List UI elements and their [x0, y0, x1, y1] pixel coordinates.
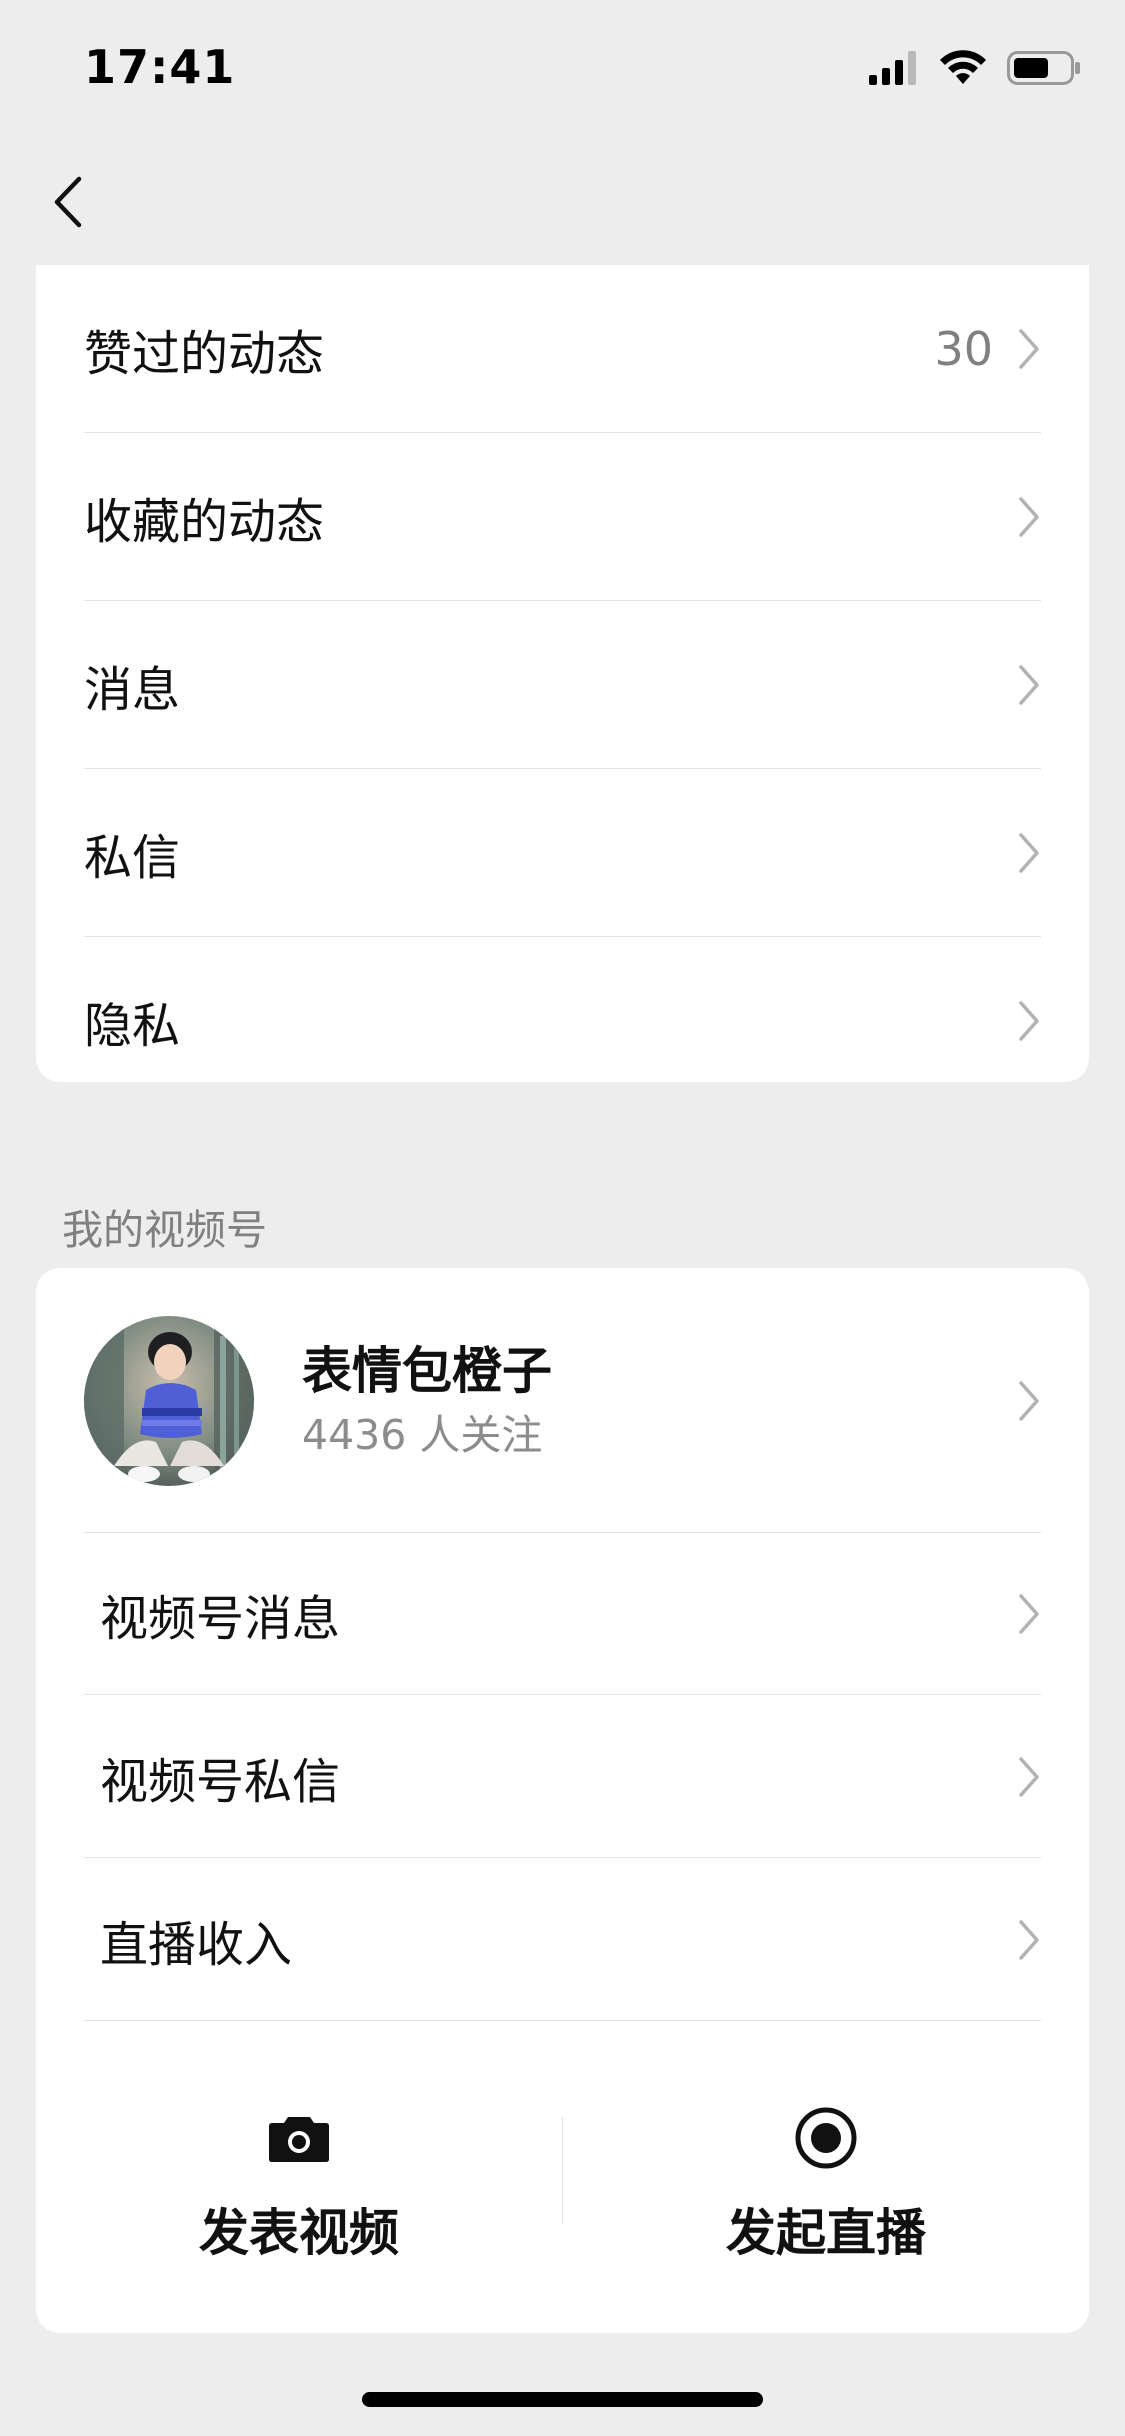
chevron-right-icon [1019, 1001, 1039, 1041]
menu-item-messages[interactable]: 消息 [84, 601, 1041, 769]
post-video-button[interactable]: 发表视频 [36, 2021, 562, 2333]
section-title-my-channels: 我的视频号 [62, 1206, 267, 1254]
channels-card: 表情包橙子 4436 人关注 视频号消息 视频号私信 直播收入 发表视频 发起直… [36, 1268, 1089, 2333]
menu-item-label: 直播收入 [100, 1916, 293, 1973]
chevron-right-icon [1019, 665, 1039, 705]
menu-item-label: 私信 [84, 830, 181, 886]
status-time: 17:41 [84, 40, 236, 94]
chevron-right-icon [1019, 1380, 1039, 1421]
chevron-right-icon [1019, 1919, 1039, 1960]
menu-item-label: 隐私 [84, 998, 181, 1054]
menu-item-label: 收藏的动态 [84, 494, 325, 550]
channel-name: 表情包橙子 [302, 1341, 552, 1400]
channel-actions: 发表视频 发起直播 [36, 2021, 1089, 2333]
chevron-right-icon [1019, 497, 1039, 537]
battery-icon [1007, 51, 1080, 85]
menu-item-label: 赞过的动态 [84, 326, 325, 382]
menu-item-privacy[interactable]: 隐私 [84, 937, 1041, 1105]
chevron-right-icon [1019, 329, 1039, 369]
status-icons [869, 48, 1081, 88]
menu-item-label: 视频号消息 [100, 1591, 341, 1647]
start-live-label: 发起直播 [726, 2204, 926, 2262]
chevron-left-icon [54, 176, 82, 228]
menu-card: 赞过的动态 30 收藏的动态 消息 私信 隐私 [36, 265, 1089, 1082]
menu-item-saved-posts[interactable]: 收藏的动态 [84, 433, 1041, 601]
channel-item-private-messages[interactable]: 视频号私信 [84, 1695, 1041, 1858]
start-live-button[interactable]: 发起直播 [563, 2021, 1089, 2333]
menu-item-private-messages[interactable]: 私信 [84, 769, 1041, 937]
channel-profile-row[interactable]: 表情包橙子 4436 人关注 [84, 1268, 1041, 1533]
status-bar: 17:41 [0, 0, 1125, 135]
post-video-label: 发表视频 [199, 2204, 399, 2262]
wifi-icon [940, 50, 986, 84]
chevron-right-icon [1019, 833, 1039, 873]
nav-bar [0, 135, 1125, 265]
chevron-right-icon [1019, 1756, 1039, 1797]
menu-item-liked-posts[interactable]: 赞过的动态 30 [84, 265, 1041, 433]
menu-item-label: 视频号私信 [100, 1753, 341, 1810]
avatar [84, 1315, 254, 1486]
channel-item-messages[interactable]: 视频号消息 [84, 1533, 1041, 1695]
menu-item-label: 消息 [84, 662, 181, 718]
channel-followers: 4436 人关注 [302, 1410, 543, 1459]
liked-count: 30 [934, 322, 993, 376]
chevron-right-icon [1019, 1594, 1039, 1634]
signal-icon [869, 51, 916, 85]
channel-item-live-income[interactable]: 直播收入 [84, 1858, 1041, 2021]
back-button[interactable] [44, 171, 92, 233]
home-indicator [362, 2392, 763, 2407]
camera-icon [269, 2117, 329, 2162]
live-record-icon [795, 2107, 857, 2169]
